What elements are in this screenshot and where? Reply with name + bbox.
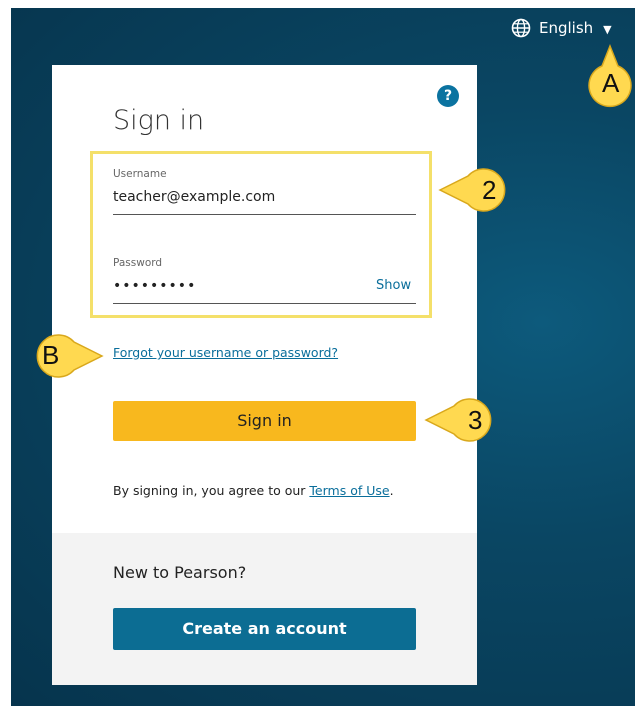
create-account-button[interactable]: Create an account (113, 608, 416, 650)
callout-3-bubble (424, 398, 492, 442)
callout-a-label: A (602, 68, 620, 98)
username-underline (113, 214, 416, 215)
callout-2-label: 2 (482, 175, 497, 205)
sign-in-button[interactable]: Sign in (113, 401, 416, 441)
terms-prefix: By signing in, you agree to our (113, 483, 310, 498)
username-label: Username (113, 168, 167, 180)
new-to-pearson-text: New to Pearson? (113, 563, 247, 582)
page-title: Sign in (113, 105, 205, 136)
callout-2: 2 (438, 166, 524, 214)
show-password-button[interactable]: Show (376, 278, 411, 293)
callout-3-label: 3 (468, 405, 483, 435)
callout-3: 3 (424, 396, 510, 444)
chevron-down-icon: ▼ (603, 23, 612, 36)
callout-2-bubble (438, 168, 506, 212)
callout-b-bubble (36, 334, 104, 378)
language-label: English (539, 19, 594, 37)
callout-a: A (586, 44, 634, 114)
terms-text: By signing in, you agree to our Terms of… (113, 483, 394, 498)
callout-b-label: B (42, 340, 60, 370)
forgot-credentials-link[interactable]: Forgot your username or password? (113, 345, 338, 360)
callout-b: B (20, 332, 104, 378)
terms-of-use-link[interactable]: Terms of Use (309, 483, 389, 498)
language-selector[interactable]: English ▼ (511, 18, 612, 38)
username-input[interactable]: teacher@example.com (113, 189, 275, 205)
password-input[interactable]: ••••••••• (113, 278, 196, 294)
signin-card: ? Sign in Username teacher@example.com P… (52, 65, 477, 685)
globe-icon (511, 18, 531, 38)
terms-suffix: . (389, 483, 394, 498)
password-underline (113, 303, 416, 304)
password-label: Password (113, 257, 163, 269)
help-icon[interactable]: ? (437, 85, 459, 107)
